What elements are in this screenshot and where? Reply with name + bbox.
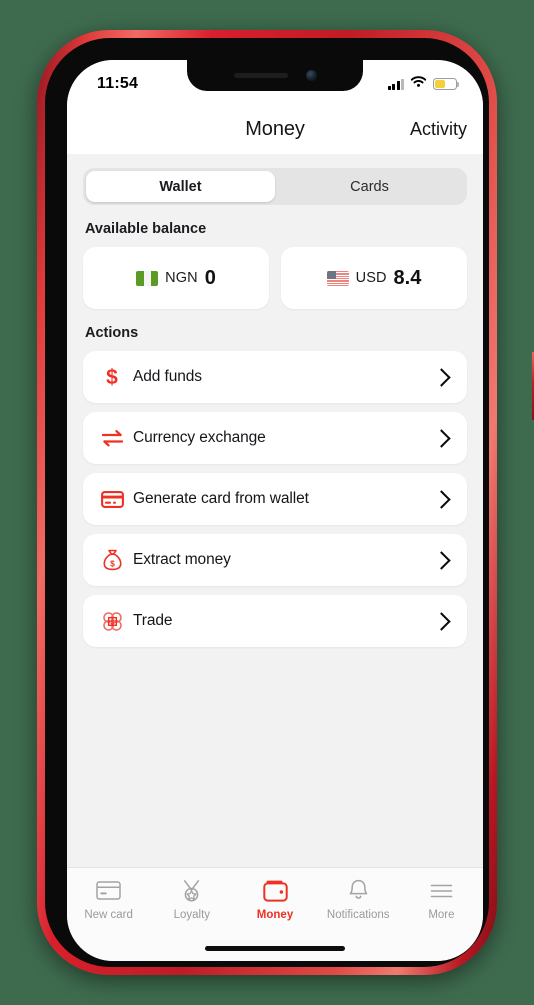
balance-amount-usd: 8.4 [393,266,422,289]
status-bar-time: 11:54 [97,75,139,92]
tab-more[interactable]: More [400,879,483,921]
actions-heading: Actions [85,325,139,341]
action-row-extract-money[interactable]: $ Extract money [83,534,467,586]
usa-flag-icon [326,270,349,286]
tab-cards[interactable]: Cards [275,171,464,202]
battery-icon [433,78,460,90]
svg-text:$: $ [106,366,118,388]
balance-amount-ngn: 0 [204,266,216,289]
app-content: Wallet Cards Available balance NGN 0 USD… [67,154,483,867]
actions-list: $ Add funds Currency exchange Generate c… [83,351,467,647]
tab-label-more: More [428,909,455,921]
dollar-sign-icon: $ [99,365,125,389]
balance-cards-row: NGN 0 USD 8.4 [83,247,467,309]
action-row-generate-card[interactable]: Generate card from wallet [83,473,467,525]
wifi-icon [410,75,427,93]
phone-bezel: 11:54 Money Activity Wallet Cards Availa… [45,38,489,967]
money-bag-icon: $ [99,548,125,572]
tab-label-notifications: Notifications [326,909,390,921]
bell-icon [347,879,370,902]
action-row-trade[interactable]: $ Trade [83,595,467,647]
chevron-right-icon [432,367,451,387]
chevron-right-icon [432,489,451,509]
tab-money[interactable]: Money [233,879,316,921]
phone-screen: 11:54 Money Activity Wallet Cards Availa… [67,60,483,961]
activity-link[interactable]: Activity [410,119,467,140]
tab-wallet[interactable]: Wallet [86,171,275,202]
chevron-right-icon [432,550,451,570]
action-label-generate-card: Generate card from wallet [133,490,309,507]
hamburger-menu-icon [430,879,453,902]
svg-text:$: $ [110,558,115,568]
action-row-currency-exchange[interactable]: Currency exchange [83,412,467,464]
tab-loyalty[interactable]: Loyalty [150,879,233,921]
nigeria-flag-icon [136,270,159,286]
chevron-right-icon [432,611,451,631]
notch [187,60,363,91]
action-row-add-funds[interactable]: $ Add funds [83,351,467,403]
cellular-bars-icon [387,78,404,90]
phone-device-frame: 11:54 Money Activity Wallet Cards Availa… [37,30,534,975]
action-label-currency-exchange: Currency exchange [133,429,266,446]
wallet-icon [262,879,288,902]
wallet-cards-segmented-control[interactable]: Wallet Cards [83,168,467,205]
currency-code-ngn: NGN [165,270,198,286]
tab-notifications[interactable]: Notifications [317,879,400,921]
status-bar-icons [387,75,460,93]
tab-label-loyalty: Loyalty [173,909,211,921]
trade-clover-icon: $ [99,609,125,633]
chevron-right-icon [432,428,451,448]
tab-label-new-card: New card [84,909,133,921]
medal-icon [180,879,203,902]
currency-code-usd: USD [355,270,387,286]
tab-label-money: Money [256,909,294,921]
action-label-extract-money: Extract money [133,551,231,568]
battery-fill [435,80,446,88]
action-label-trade: Trade [133,612,173,629]
home-indicator[interactable] [205,946,345,951]
speaker-grille-icon [233,73,288,78]
balance-card-usd[interactable]: USD 8.4 [281,247,467,309]
credit-card-icon [99,487,125,511]
exchange-arrows-icon [99,426,125,450]
balance-card-ngn[interactable]: NGN 0 [83,247,269,309]
app-header: Money Activity [67,104,483,154]
card-icon [96,879,121,902]
front-camera-icon [305,70,317,81]
available-balance-heading: Available balance [85,221,207,237]
tab-new-card[interactable]: New card [67,879,150,921]
action-label-add-funds: Add funds [133,368,202,385]
page-title: Money [245,117,305,140]
